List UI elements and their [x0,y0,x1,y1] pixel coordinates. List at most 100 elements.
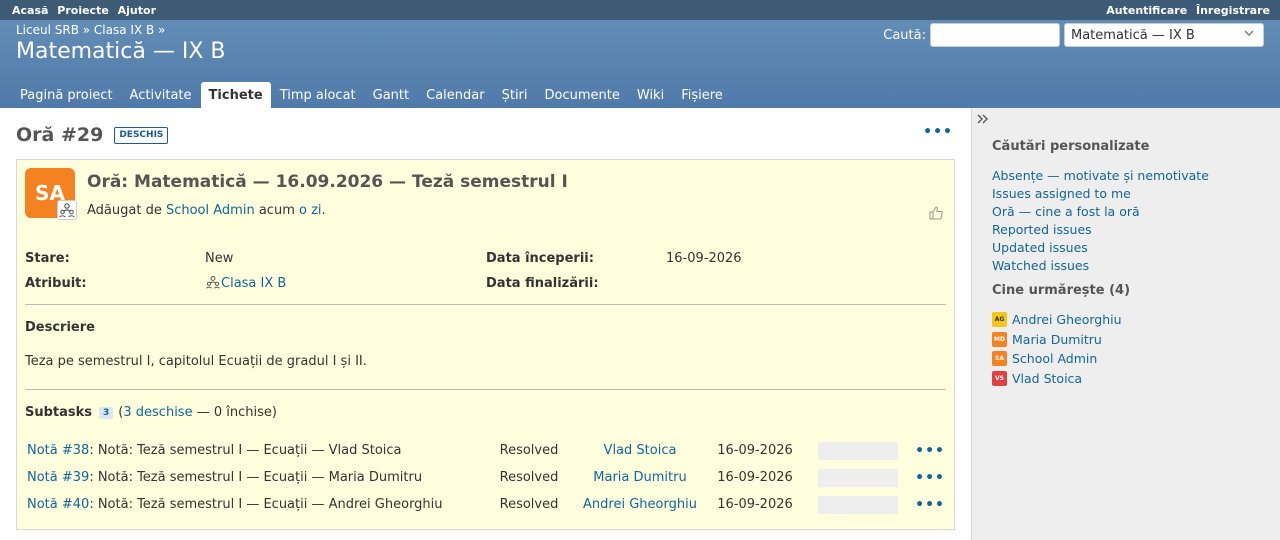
subtask-actions-menu-icon[interactable]: ••• [905,497,945,513]
tab-issues[interactable]: Tichete [200,82,271,108]
query-link[interactable]: Reported issues [992,221,1268,239]
query-link[interactable]: Oră — cine a fost la oră [992,203,1268,221]
divider [25,304,946,305]
tab-activity[interactable]: Activitate [122,82,200,108]
time-prefix: acum [258,203,295,218]
menu-projects-link[interactable]: Proiecte [57,4,109,17]
watcher-item: AG Andrei Gheorghiu [992,310,1268,330]
tab-gantt[interactable]: Gantt [365,82,417,108]
tab-news[interactable]: Știri [494,82,536,108]
watcher-link[interactable]: Vlad Stoica [1012,371,1082,386]
sidebar: Căutări personalizate Absențe — motivate… [971,108,1280,540]
tab-time-entries[interactable]: Timp alocat [272,82,364,108]
subtask-assignee-link[interactable]: Maria Dumitru [593,470,686,485]
issue-subject: Oră: Matematică — 16.09.2026 — Teză seme… [87,172,568,192]
subtask-id-link[interactable]: Notă #38 [27,443,89,458]
subtasks-count: 3 [99,406,114,419]
chevron-down-icon [1243,27,1255,42]
subtasks-open-link[interactable]: 3 deschise [123,405,192,420]
top-menu-left: Acasă Proiecte Ajutor [12,4,161,17]
subtask-actions-menu-icon[interactable]: ••• [905,443,945,459]
subtasks-table: Notă #38: Notă: Teză semestrul I — Ecuaț… [25,437,946,518]
group-icon [205,274,221,294]
time-link[interactable]: o zi [299,203,322,218]
tab-overview[interactable]: Pagină proiect [12,82,121,108]
issue-title: Oră #29 [16,124,104,146]
query-link[interactable]: Issues assigned to me [992,185,1268,203]
assignee-label: Atribuit: [25,276,87,291]
subtasks-label: Subtasks [25,405,93,420]
subtask-progress-bar [818,468,898,487]
divider [25,389,946,390]
search-input[interactable] [930,23,1060,47]
project-title: Matematică — IX B [16,39,226,64]
table-row: Notă #39: Notă: Teză semestrul I — Ecuaț… [25,464,946,491]
start-date-value: 16-09-2026 [666,251,742,266]
menu-home-link[interactable]: Acasă [12,4,48,17]
like-icon[interactable] [928,205,944,225]
subtask-subject: : Notă: Teză semestrul I — Ecuații — Vla… [89,443,402,458]
avatar: VS [992,370,1007,386]
search-area: Caută: Matematică — IX B [883,23,1264,47]
subtask-status: Resolved [499,443,559,458]
subtask-progress-bar [818,441,898,460]
watcher-link[interactable]: Andrei Gheorghiu [1012,312,1122,327]
subtask-subject: : Notă: Teză semestrul I — Ecuații — And… [89,497,443,512]
subtask-id-link[interactable]: Notă #40 [27,497,89,512]
issue-attributes: Stare: New Data începerii: 16-09-2026 At… [25,246,946,296]
subtask-status: Resolved [499,470,559,485]
header: Liceul SRB » Clasa IX B » Matematică — I… [0,20,1280,108]
avatar: MD [992,331,1007,347]
tab-documents[interactable]: Documente [537,82,628,108]
author-prefix: Adăugat de [87,203,162,218]
description-title: Descriere [25,320,95,335]
subtasks-closed-text: — 0 închise) [196,405,277,420]
watchers-title: Cine urmărește (4) [992,283,1131,298]
breadcrumb[interactable]: Liceul SRB » Clasa IX B » [16,23,165,37]
attr-row-1: Stare: New Data începerii: 16-09-2026 [25,246,946,271]
issue-details: SA Oră: Matematică — 16.09.2026 — Teză s… [16,159,955,530]
subtask-subject: : Notă: Teză semestrul I — Ecuații — Mar… [89,470,423,485]
issue-actions-menu-icon[interactable]: ••• [923,124,953,140]
status-value: New [205,251,234,266]
assignee-link[interactable]: Clasa IX B [221,276,286,291]
tab-files[interactable]: Fișiere [673,82,731,108]
avatar: SA [992,351,1007,367]
status-badge: DESCHIS [114,126,169,144]
attr-row-2: Atribuit: Clasa IX B Data finalizării: [25,271,946,296]
sidebar-toggle-icon[interactable] [976,112,990,130]
query-link[interactable]: Updated issues [992,239,1268,257]
time-suffix: . [321,203,326,218]
subtask-assignee-link[interactable]: Vlad Stoica [604,443,677,458]
watcher-item: MD Maria Dumitru [992,330,1268,350]
login-link[interactable]: Autentificare [1106,4,1187,17]
group-icon [57,200,77,220]
description-text: Teza pe semestrul I, capitolul Ecuații d… [25,354,367,369]
status-label: Stare: [25,251,70,266]
subtask-actions-menu-icon[interactable]: ••• [905,470,945,486]
subtask-assignee-link[interactable]: Andrei Gheorghiu [583,497,697,512]
author-link[interactable]: School Admin [166,203,255,218]
project-jump-select[interactable]: Matematică — IX B [1064,23,1264,47]
tab-calendar[interactable]: Calendar [418,82,492,108]
table-row: Notă #38: Notă: Teză semestrul I — Ecuaț… [25,437,946,464]
main-tabs: Pagină proiect Activitate Tichete Timp a… [12,82,732,108]
watcher-link[interactable]: Maria Dumitru [1012,332,1102,347]
query-link[interactable]: Watched issues [992,257,1268,275]
content: Oră #29 DESCHIS ••• SA Oră: Matematică —… [0,108,971,540]
assignee-value: Clasa IX B [205,274,486,294]
watcher-item: VS Vlad Stoica [992,369,1268,389]
subtask-id-link[interactable]: Notă #39 [27,470,89,485]
watcher-link[interactable]: School Admin [1012,351,1097,366]
subtasks-heading: Subtasks 3 (3 deschise — 0 închise) [25,405,277,420]
start-date-label: Data începerii: [486,251,594,266]
top-menu: Acasă Proiecte Ajutor Autentificare Înre… [0,0,1280,20]
tab-wiki[interactable]: Wiki [629,82,672,108]
query-link[interactable]: Absențe — motivate și nemotivate [992,167,1268,185]
avatar: AG [992,312,1007,328]
register-link[interactable]: Înregistrare [1196,4,1270,17]
menu-help-link[interactable]: Ajutor [118,4,156,17]
top-menu-right: Autentificare Înregistrare [1101,4,1270,17]
watcher-item: SA School Admin [992,349,1268,369]
subtask-status: Resolved [499,497,559,512]
